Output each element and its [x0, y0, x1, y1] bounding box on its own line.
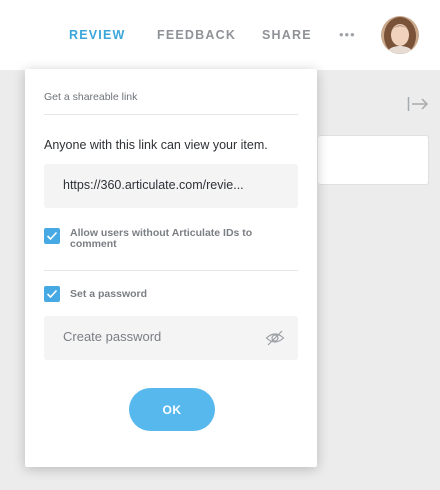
share-link-text: https://360.articulate.com/revie... — [63, 178, 244, 192]
share-link-dialog: Get a shareable link Anyone with this li… — [25, 69, 317, 467]
set-password-label: Set a password — [70, 288, 148, 300]
tab-feedback[interactable]: FEEDBACK — [157, 28, 236, 42]
checkmark-icon — [46, 231, 58, 241]
set-password-checkbox[interactable] — [44, 286, 60, 302]
ok-button[interactable]: OK — [129, 388, 215, 431]
eye-slash-icon[interactable] — [265, 328, 285, 348]
dialog-title: Get a shareable link — [44, 91, 138, 103]
allow-comments-checkbox[interactable] — [44, 228, 60, 244]
divider — [44, 270, 298, 271]
divider — [44, 114, 298, 115]
tab-share[interactable]: SHARE — [262, 28, 312, 42]
share-link-field[interactable]: https://360.articulate.com/revie... — [44, 164, 298, 208]
password-field[interactable] — [44, 316, 298, 360]
tab-review[interactable]: REVIEW — [69, 28, 126, 42]
allow-comments-label: Allow users without Articulate IDs to co… — [70, 227, 253, 250]
link-description: Anyone with this link can view your item… — [44, 138, 268, 152]
checkmark-icon — [46, 289, 58, 299]
avatar[interactable] — [381, 16, 419, 54]
set-password-option[interactable]: Set a password — [44, 286, 270, 302]
password-input[interactable] — [63, 329, 253, 344]
content-card — [318, 135, 429, 185]
allow-comments-option[interactable]: Allow users without Articulate IDs to co… — [44, 228, 270, 250]
more-options-icon[interactable]: ••• — [339, 27, 356, 42]
arrow-to-right-icon[interactable] — [407, 96, 429, 112]
top-navigation: REVIEW FEEDBACK SHARE ••• — [0, 0, 440, 70]
